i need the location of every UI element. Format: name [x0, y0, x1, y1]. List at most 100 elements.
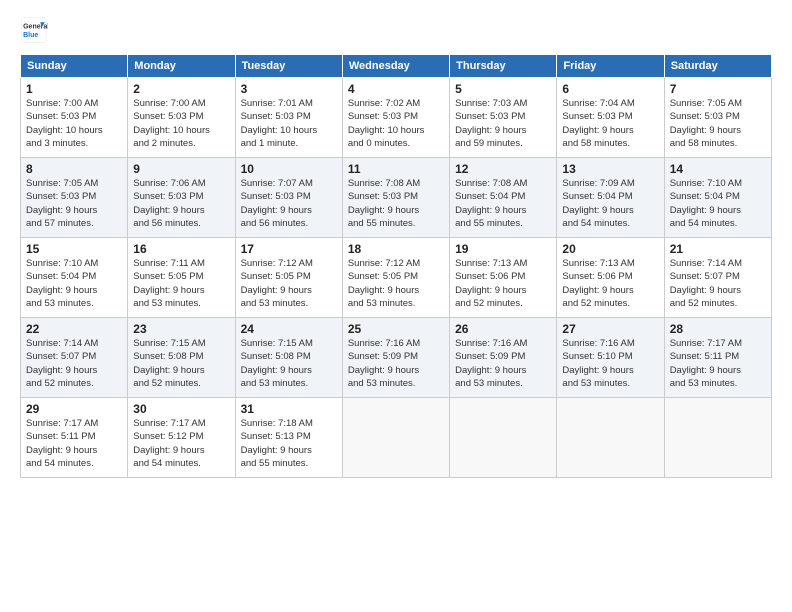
day-number: 9 — [133, 162, 229, 176]
day-info: Sunrise: 7:04 AM Sunset: 5:03 PM Dayligh… — [562, 97, 658, 150]
day-number: 23 — [133, 322, 229, 336]
calendar-cell: 30Sunrise: 7:17 AM Sunset: 5:12 PM Dayli… — [128, 398, 235, 478]
day-info: Sunrise: 7:10 AM Sunset: 5:04 PM Dayligh… — [26, 257, 122, 310]
day-info: Sunrise: 7:17 AM Sunset: 5:12 PM Dayligh… — [133, 417, 229, 470]
day-info: Sunrise: 7:06 AM Sunset: 5:03 PM Dayligh… — [133, 177, 229, 230]
calendar-cell: 21Sunrise: 7:14 AM Sunset: 5:07 PM Dayli… — [664, 238, 771, 318]
calendar-cell: 14Sunrise: 7:10 AM Sunset: 5:04 PM Dayli… — [664, 158, 771, 238]
day-number: 10 — [241, 162, 337, 176]
calendar-cell: 7Sunrise: 7:05 AM Sunset: 5:03 PM Daylig… — [664, 78, 771, 158]
calendar-cell: 28Sunrise: 7:17 AM Sunset: 5:11 PM Dayli… — [664, 318, 771, 398]
logo: General Blue — [20, 16, 48, 44]
day-number: 30 — [133, 402, 229, 416]
page: General Blue SundayMondayTuesdayWednesda… — [0, 0, 792, 612]
svg-text:General: General — [23, 23, 48, 30]
svg-text:Blue: Blue — [23, 32, 38, 39]
day-info: Sunrise: 7:00 AM Sunset: 5:03 PM Dayligh… — [26, 97, 122, 150]
day-info: Sunrise: 7:16 AM Sunset: 5:10 PM Dayligh… — [562, 337, 658, 390]
calendar-body: 1Sunrise: 7:00 AM Sunset: 5:03 PM Daylig… — [21, 78, 772, 478]
day-number: 21 — [670, 242, 766, 256]
day-info: Sunrise: 7:15 AM Sunset: 5:08 PM Dayligh… — [133, 337, 229, 390]
calendar-week: 8Sunrise: 7:05 AM Sunset: 5:03 PM Daylig… — [21, 158, 772, 238]
day-number: 12 — [455, 162, 551, 176]
calendar-week: 15Sunrise: 7:10 AM Sunset: 5:04 PM Dayli… — [21, 238, 772, 318]
header: General Blue — [20, 16, 772, 44]
header-day: Thursday — [450, 55, 557, 78]
day-info: Sunrise: 7:17 AM Sunset: 5:11 PM Dayligh… — [670, 337, 766, 390]
calendar-cell — [342, 398, 449, 478]
day-number: 13 — [562, 162, 658, 176]
day-info: Sunrise: 7:13 AM Sunset: 5:06 PM Dayligh… — [562, 257, 658, 310]
calendar-cell: 20Sunrise: 7:13 AM Sunset: 5:06 PM Dayli… — [557, 238, 664, 318]
calendar: SundayMondayTuesdayWednesdayThursdayFrid… — [20, 54, 772, 478]
calendar-cell: 12Sunrise: 7:08 AM Sunset: 5:04 PM Dayli… — [450, 158, 557, 238]
day-info: Sunrise: 7:14 AM Sunset: 5:07 PM Dayligh… — [670, 257, 766, 310]
day-number: 19 — [455, 242, 551, 256]
day-info: Sunrise: 7:05 AM Sunset: 5:03 PM Dayligh… — [26, 177, 122, 230]
day-info: Sunrise: 7:01 AM Sunset: 5:03 PM Dayligh… — [241, 97, 337, 150]
day-info: Sunrise: 7:17 AM Sunset: 5:11 PM Dayligh… — [26, 417, 122, 470]
day-info: Sunrise: 7:12 AM Sunset: 5:05 PM Dayligh… — [348, 257, 444, 310]
calendar-cell: 13Sunrise: 7:09 AM Sunset: 5:04 PM Dayli… — [557, 158, 664, 238]
calendar-cell: 27Sunrise: 7:16 AM Sunset: 5:10 PM Dayli… — [557, 318, 664, 398]
header-day: Saturday — [664, 55, 771, 78]
day-number: 11 — [348, 162, 444, 176]
day-number: 29 — [26, 402, 122, 416]
day-number: 2 — [133, 82, 229, 96]
calendar-cell: 8Sunrise: 7:05 AM Sunset: 5:03 PM Daylig… — [21, 158, 128, 238]
header-day: Wednesday — [342, 55, 449, 78]
day-number: 18 — [348, 242, 444, 256]
header-day: Monday — [128, 55, 235, 78]
calendar-cell: 3Sunrise: 7:01 AM Sunset: 5:03 PM Daylig… — [235, 78, 342, 158]
calendar-cell: 29Sunrise: 7:17 AM Sunset: 5:11 PM Dayli… — [21, 398, 128, 478]
calendar-cell: 18Sunrise: 7:12 AM Sunset: 5:05 PM Dayli… — [342, 238, 449, 318]
day-info: Sunrise: 7:08 AM Sunset: 5:04 PM Dayligh… — [455, 177, 551, 230]
calendar-week: 1Sunrise: 7:00 AM Sunset: 5:03 PM Daylig… — [21, 78, 772, 158]
calendar-cell: 19Sunrise: 7:13 AM Sunset: 5:06 PM Dayli… — [450, 238, 557, 318]
calendar-cell: 4Sunrise: 7:02 AM Sunset: 5:03 PM Daylig… — [342, 78, 449, 158]
day-number: 17 — [241, 242, 337, 256]
day-number: 26 — [455, 322, 551, 336]
day-info: Sunrise: 7:18 AM Sunset: 5:13 PM Dayligh… — [241, 417, 337, 470]
calendar-cell: 25Sunrise: 7:16 AM Sunset: 5:09 PM Dayli… — [342, 318, 449, 398]
calendar-cell: 10Sunrise: 7:07 AM Sunset: 5:03 PM Dayli… — [235, 158, 342, 238]
day-info: Sunrise: 7:07 AM Sunset: 5:03 PM Dayligh… — [241, 177, 337, 230]
calendar-cell: 24Sunrise: 7:15 AM Sunset: 5:08 PM Dayli… — [235, 318, 342, 398]
calendar-cell: 15Sunrise: 7:10 AM Sunset: 5:04 PM Dayli… — [21, 238, 128, 318]
day-number: 8 — [26, 162, 122, 176]
calendar-header: SundayMondayTuesdayWednesdayThursdayFrid… — [21, 55, 772, 78]
calendar-week: 29Sunrise: 7:17 AM Sunset: 5:11 PM Dayli… — [21, 398, 772, 478]
calendar-week: 22Sunrise: 7:14 AM Sunset: 5:07 PM Dayli… — [21, 318, 772, 398]
calendar-cell: 22Sunrise: 7:14 AM Sunset: 5:07 PM Dayli… — [21, 318, 128, 398]
day-number: 31 — [241, 402, 337, 416]
day-info: Sunrise: 7:13 AM Sunset: 5:06 PM Dayligh… — [455, 257, 551, 310]
day-info: Sunrise: 7:15 AM Sunset: 5:08 PM Dayligh… — [241, 337, 337, 390]
day-info: Sunrise: 7:05 AM Sunset: 5:03 PM Dayligh… — [670, 97, 766, 150]
calendar-cell: 5Sunrise: 7:03 AM Sunset: 5:03 PM Daylig… — [450, 78, 557, 158]
calendar-cell: 23Sunrise: 7:15 AM Sunset: 5:08 PM Dayli… — [128, 318, 235, 398]
calendar-cell: 31Sunrise: 7:18 AM Sunset: 5:13 PM Dayli… — [235, 398, 342, 478]
logo-icon: General Blue — [20, 16, 48, 44]
day-number: 25 — [348, 322, 444, 336]
day-info: Sunrise: 7:11 AM Sunset: 5:05 PM Dayligh… — [133, 257, 229, 310]
day-info: Sunrise: 7:00 AM Sunset: 5:03 PM Dayligh… — [133, 97, 229, 150]
day-info: Sunrise: 7:09 AM Sunset: 5:04 PM Dayligh… — [562, 177, 658, 230]
calendar-cell: 11Sunrise: 7:08 AM Sunset: 5:03 PM Dayli… — [342, 158, 449, 238]
day-number: 5 — [455, 82, 551, 96]
day-number: 27 — [562, 322, 658, 336]
calendar-cell — [450, 398, 557, 478]
calendar-cell: 26Sunrise: 7:16 AM Sunset: 5:09 PM Dayli… — [450, 318, 557, 398]
header-row: SundayMondayTuesdayWednesdayThursdayFrid… — [21, 55, 772, 78]
day-number: 22 — [26, 322, 122, 336]
day-number: 1 — [26, 82, 122, 96]
calendar-cell: 2Sunrise: 7:00 AM Sunset: 5:03 PM Daylig… — [128, 78, 235, 158]
day-number: 3 — [241, 82, 337, 96]
day-info: Sunrise: 7:12 AM Sunset: 5:05 PM Dayligh… — [241, 257, 337, 310]
day-info: Sunrise: 7:14 AM Sunset: 5:07 PM Dayligh… — [26, 337, 122, 390]
day-number: 24 — [241, 322, 337, 336]
calendar-cell: 9Sunrise: 7:06 AM Sunset: 5:03 PM Daylig… — [128, 158, 235, 238]
day-info: Sunrise: 7:16 AM Sunset: 5:09 PM Dayligh… — [455, 337, 551, 390]
calendar-cell — [664, 398, 771, 478]
day-number: 14 — [670, 162, 766, 176]
day-number: 28 — [670, 322, 766, 336]
